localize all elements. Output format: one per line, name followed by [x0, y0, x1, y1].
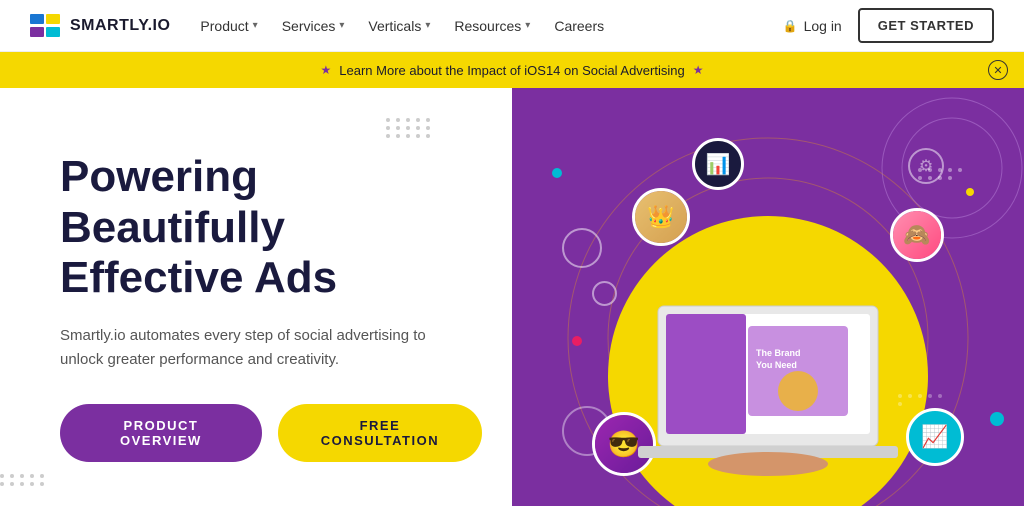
cta-buttons: PRODUCT OVERVIEW FREE CONSULTATION [60, 404, 482, 462]
lock-icon: 🔒 [783, 19, 798, 33]
hero-left-panel: Powering Beautifully Effective Ads Smart… [0, 88, 512, 506]
open-circle-1 [562, 228, 602, 268]
avatar-1: 👑 [632, 188, 690, 246]
chevron-down-icon: ▾ [339, 20, 344, 31]
announcement-close-button[interactable]: ✕ [988, 60, 1008, 80]
announcement-bar: ★ Learn More about the Impact of iOS14 o… [0, 52, 1024, 88]
brand-name: SMARTLY.IO [70, 17, 170, 35]
avatar-4: 📈 [906, 408, 964, 466]
nav-item-resources[interactable]: Resources ▾ [454, 18, 530, 34]
nav-item-services[interactable]: Services ▾ [282, 18, 345, 34]
free-consultation-button[interactable]: FREE CONSULTATION [278, 404, 482, 462]
nav-item-verticals[interactable]: Verticals ▾ [368, 18, 430, 34]
nav-links: Product ▾ Services ▾ Verticals ▾ Resourc… [200, 18, 782, 34]
svg-text:The Brand: The Brand [756, 348, 801, 358]
dots-decoration-top [386, 118, 432, 138]
open-circle-2 [592, 281, 617, 306]
logo-icon [30, 14, 62, 38]
nav-right: 🔒 Log in GET STARTED [783, 8, 994, 43]
nav-item-product[interactable]: Product ▾ [200, 18, 257, 34]
login-button[interactable]: 🔒 Log in [783, 18, 842, 34]
star-icon-left: ★ [321, 63, 332, 77]
teal-dot-1 [552, 168, 562, 178]
logo[interactable]: SMARTLY.IO [30, 14, 170, 38]
star-icon-right: ★ [693, 63, 704, 77]
dots-decoration-bottom [0, 474, 46, 486]
svg-text:You Need: You Need [756, 360, 797, 370]
gear-icon: ⚙ [908, 148, 944, 184]
hero-title: Powering Beautifully Effective Ads [60, 152, 482, 304]
chart-icon-circle: 📊 [692, 138, 744, 190]
product-overview-button[interactable]: PRODUCT OVERVIEW [60, 404, 262, 462]
yellow-dot [966, 188, 974, 196]
laptop-illustration: The Brand You Need [628, 286, 908, 486]
chevron-down-icon: ▾ [525, 20, 530, 31]
pink-dot [572, 336, 582, 346]
announcement-text: ★ Learn More about the Impact of iOS14 o… [321, 63, 704, 78]
chevron-down-icon: ▾ [253, 20, 258, 31]
hero-right-panel: ⚙ 👑 🙈 📊 😎 📈 [512, 88, 1024, 506]
navbar: SMARTLY.IO Product ▾ Services ▾ Vertical… [0, 0, 1024, 52]
hero-subtitle: Smartly.io automates every step of socia… [60, 324, 440, 372]
chevron-down-icon: ▾ [425, 20, 430, 31]
teal-dot-2 [990, 412, 1004, 426]
get-started-button[interactable]: GET STARTED [858, 8, 994, 43]
avatar-2: 🙈 [890, 208, 944, 262]
main-content: Powering Beautifully Effective Ads Smart… [0, 88, 1024, 506]
nav-item-careers[interactable]: Careers [554, 18, 604, 34]
